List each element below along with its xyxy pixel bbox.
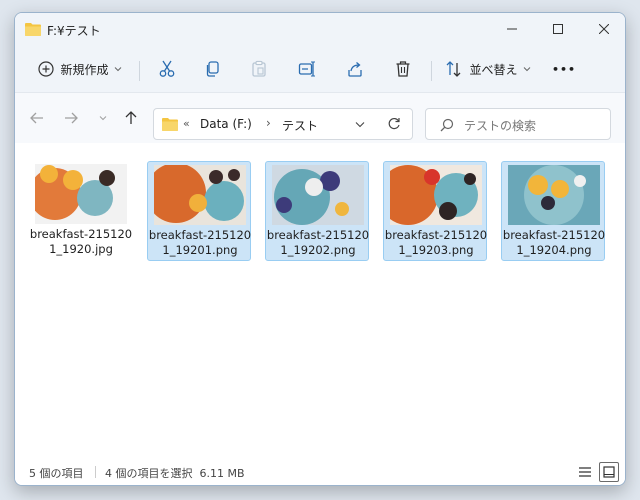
arrow-up-icon <box>125 111 137 124</box>
maximize-button[interactable] <box>535 13 581 45</box>
delete-button[interactable] <box>389 55 417 83</box>
breadcrumb-drive[interactable]: Data (F:) <box>200 117 252 131</box>
status-bar: 5 個の項目 4 個の項目を選択 6.11 MB <box>15 459 625 485</box>
status-separator <box>95 466 96 478</box>
thumbnail-shape <box>424 169 440 185</box>
new-button[interactable]: 新規作成 <box>33 55 127 83</box>
chevron-down-icon <box>114 67 121 72</box>
breadcrumb-folder[interactable]: テスト <box>282 117 318 134</box>
breadcrumb-separator[interactable]: › <box>266 116 271 130</box>
search-box[interactable]: テストの検索 <box>425 108 611 140</box>
file-thumbnail <box>35 164 127 224</box>
share-button[interactable] <box>341 55 369 83</box>
folder-icon <box>162 118 178 131</box>
clipboard-icon <box>252 60 266 77</box>
trash-icon <box>396 61 410 77</box>
thumbnail-shape <box>528 175 548 195</box>
forward-button[interactable] <box>61 108 81 128</box>
toolbar-separator <box>431 61 432 81</box>
thumbnail-shape <box>209 170 223 184</box>
recent-locations-button[interactable] <box>93 108 113 128</box>
arrow-left-icon <box>30 112 43 124</box>
file-name: breakfast-2151201_19204.png <box>502 228 606 257</box>
cut-button[interactable] <box>153 55 181 83</box>
thumbnail-shape <box>574 175 586 187</box>
window-title: F:¥テスト <box>47 24 101 38</box>
large-icons-view-button[interactable] <box>599 462 619 482</box>
selection-info: 4 個の項目を選択 6.11 MB <box>105 467 245 480</box>
thumbnail-shape <box>99 170 115 186</box>
file-item[interactable]: breakfast-2151201_1920.jpg <box>29 161 133 261</box>
command-bar: 新規作成 並べ替え ••• <box>15 45 625 93</box>
more-options-button[interactable]: ••• <box>549 55 579 83</box>
thumbnail-shape <box>464 173 476 185</box>
thumbnail-shape <box>439 202 457 220</box>
explorer-window: F:¥テスト 新規作成 並べ替え ••• « Data (F:) › テスト テ… <box>14 12 626 486</box>
thumbnail-shape <box>305 178 323 196</box>
file-thumbnail <box>154 165 246 225</box>
chevron-down-icon <box>523 67 530 72</box>
toolbar-separator <box>139 61 140 81</box>
search-placeholder: テストの検索 <box>464 119 537 133</box>
thumbnail-shape <box>189 194 207 212</box>
file-item[interactable]: breakfast-2151201_19202.png <box>265 161 369 261</box>
new-button-label: 新規作成 <box>60 62 109 77</box>
file-name: breakfast-2151201_19201.png <box>148 228 252 257</box>
thumbnail-shape <box>228 169 240 181</box>
scissors-icon <box>159 60 175 77</box>
close-icon <box>599 24 609 34</box>
share-icon <box>348 62 362 77</box>
item-count: 5 個の項目 <box>29 467 84 480</box>
file-item[interactable]: breakfast-2151201_19204.png <box>501 161 605 261</box>
sort-icon <box>447 61 461 77</box>
thumbnail-shape <box>320 171 340 191</box>
rename-button[interactable] <box>293 55 321 83</box>
address-history-button[interactable] <box>350 109 370 139</box>
file-name: breakfast-2151201_19202.png <box>266 228 370 257</box>
search-icon <box>440 118 454 132</box>
up-button[interactable] <box>121 108 141 128</box>
paste-button[interactable] <box>245 55 273 83</box>
thumbnail-shape <box>204 181 244 221</box>
title-bar[interactable]: F:¥テスト <box>15 13 625 45</box>
back-button[interactable] <box>27 108 47 128</box>
chevron-down-icon <box>99 116 107 121</box>
maximize-icon <box>553 24 563 34</box>
thumbnail-shape <box>541 196 555 210</box>
file-thumbnail <box>272 165 364 225</box>
chevron-down-icon <box>355 121 365 127</box>
sort-button[interactable]: 並べ替え <box>443 55 533 83</box>
address-bar[interactable]: « Data (F:) › テスト <box>153 108 413 140</box>
tiles-view-icon <box>603 466 615 478</box>
details-view-button[interactable] <box>575 462 595 482</box>
file-thumbnail <box>508 165 600 225</box>
thumbnail-shape <box>63 170 83 190</box>
rename-icon <box>298 61 315 77</box>
arrow-right-icon <box>65 112 78 124</box>
file-item[interactable]: breakfast-2151201_19201.png <box>147 161 251 261</box>
file-name: breakfast-2151201_1920.jpg <box>29 227 133 256</box>
refresh-icon <box>388 117 400 130</box>
file-name: breakfast-2151201_19203.png <box>384 228 488 257</box>
file-view[interactable]: breakfast-2151201_1920.jpg breakfast-215… <box>15 143 625 461</box>
list-view-icon <box>579 467 591 477</box>
address-overflow[interactable]: « <box>183 117 190 130</box>
file-item[interactable]: breakfast-2151201_19203.png <box>383 161 487 261</box>
close-button[interactable] <box>581 13 625 45</box>
thumbnail-shape <box>551 180 569 198</box>
sort-button-label: 並べ替え <box>469 62 518 77</box>
folder-icon <box>25 23 41 36</box>
plus-circle-icon <box>38 61 55 77</box>
copy-button[interactable] <box>199 55 227 83</box>
thumbnail-shape <box>40 165 58 183</box>
minimize-button[interactable] <box>489 13 535 45</box>
thumbnail-shape <box>276 197 292 213</box>
thumbnail-shape <box>335 202 349 216</box>
file-thumbnail <box>390 165 482 225</box>
minimize-icon <box>507 28 517 30</box>
copy-icon <box>206 61 219 77</box>
refresh-button[interactable] <box>382 109 406 139</box>
